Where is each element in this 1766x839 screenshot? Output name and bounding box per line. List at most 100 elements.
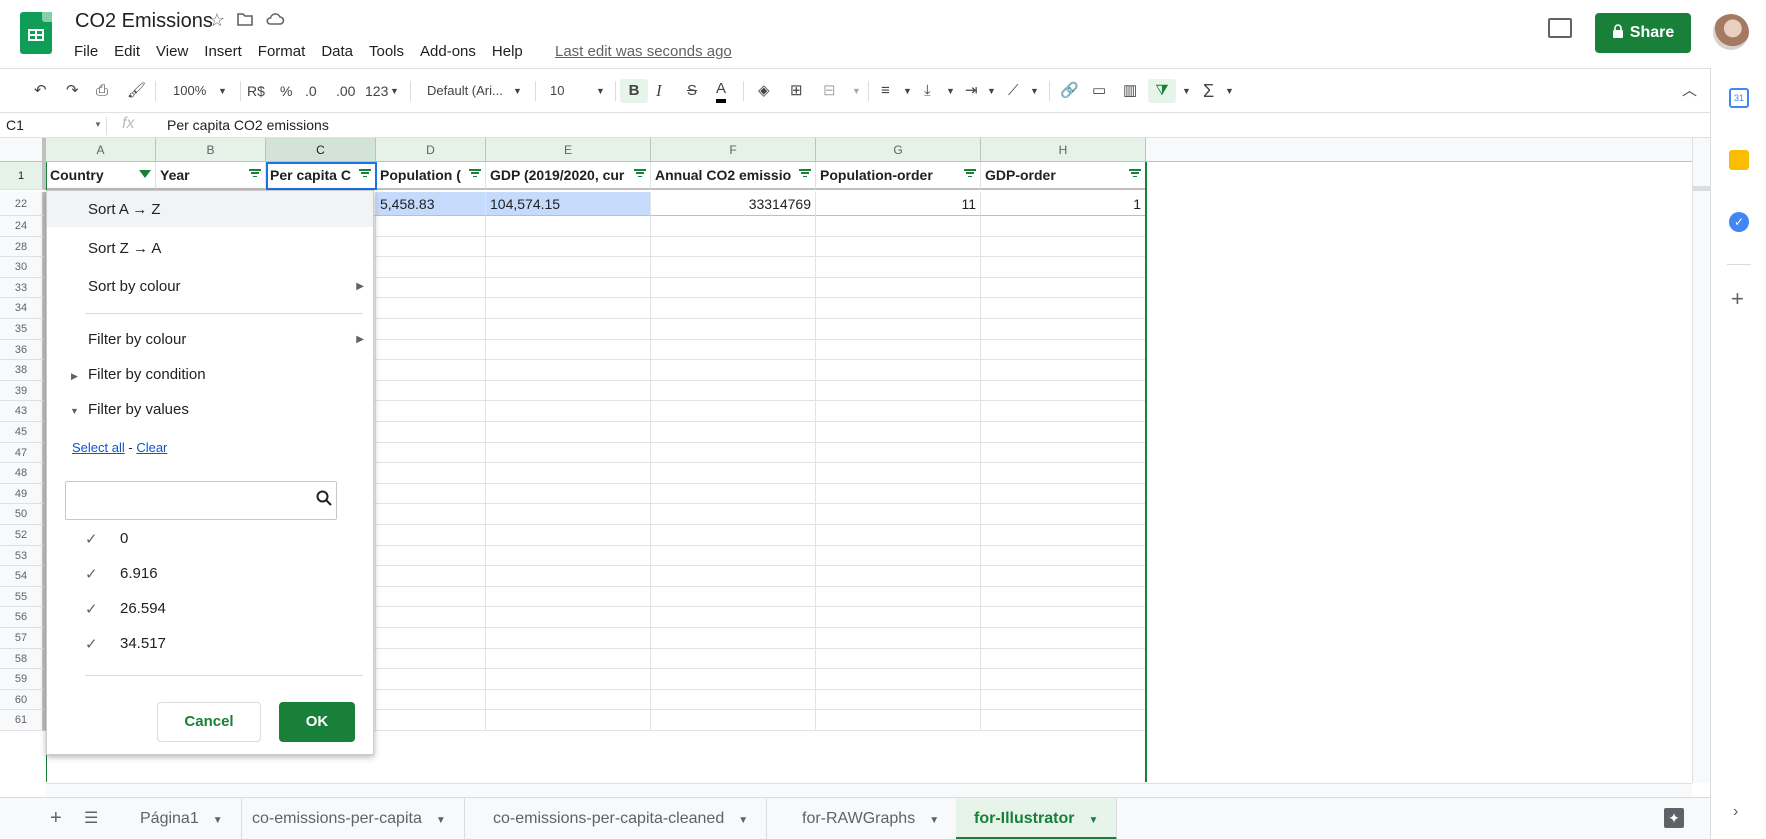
more-formats-button[interactable]: 123 [365,79,388,103]
table-cell[interactable] [816,319,981,340]
table-cell[interactable] [981,607,1146,628]
table-cell[interactable] [816,463,981,484]
sort-za-item[interactable]: Sort Z → A [88,240,161,257]
table-cell[interactable] [981,483,1146,505]
expand-arrow-icon[interactable]: ▶ [71,371,78,382]
table-cell[interactable] [486,298,651,319]
calendar-icon[interactable]: 31 [1729,88,1749,108]
value-option[interactable]: 6.916 [120,565,158,582]
menu-insert[interactable]: Insert [196,43,250,60]
last-edit-link[interactable]: Last edit was seconds ago [555,43,732,60]
table-cell[interactable] [816,380,981,402]
header-cell[interactable]: Annual CO2 emissio [651,162,816,190]
collapse-arrow-icon[interactable]: ▼ [70,406,79,416]
tasks-icon[interactable]: ✓ [1729,212,1749,232]
comment-history-icon[interactable] [1548,18,1572,38]
column-header-h[interactable]: H [981,138,1146,162]
tab-dropdown-icon[interactable]: ▼ [1088,815,1098,826]
row-header[interactable]: 60 [0,689,46,711]
table-cell[interactable] [816,566,981,587]
filter-dropdown-icon[interactable]: ▼ [1182,79,1191,103]
table-cell[interactable] [816,277,981,299]
v-align-dropdown-icon[interactable]: ▼ [946,79,955,103]
tab-dropdown-icon[interactable]: ▼ [213,815,223,826]
table-cell[interactable] [651,380,816,402]
text-color-button[interactable]: A [716,79,727,103]
table-cell[interactable] [651,607,816,628]
table-cell[interactable] [651,216,816,237]
row-header[interactable]: 22 [0,192,46,216]
more-formats-dropdown-icon[interactable]: ▼ [390,79,399,103]
sheets-logo-icon[interactable] [20,12,52,54]
row-header[interactable]: 1 [0,162,46,190]
zoom-select[interactable]: 100% [173,79,206,103]
table-cell[interactable] [486,607,651,628]
sheet-tab-active[interactable]: for-Illustrator ▼ [956,798,1118,839]
value-option[interactable]: 0 [120,530,128,547]
sheet-tab[interactable]: co-emissions-per-capita-cleaned ▼ [475,798,768,839]
row-header[interactable]: 39 [0,380,46,402]
table-cell[interactable] [651,401,816,422]
decrease-decimal-button[interactable]: .0 [305,79,317,103]
table-cell[interactable] [981,380,1146,402]
table-cell[interactable] [376,422,486,443]
bold-button[interactable]: B [620,79,648,103]
rotation-dropdown-icon[interactable]: ▼ [1030,79,1039,103]
table-cell[interactable] [816,298,981,319]
table-cell[interactable] [816,669,981,690]
sheet-tab[interactable]: for-RAWGraphs ▼ [784,798,959,839]
value-option[interactable]: 34.517 [120,635,166,652]
functions-dropdown-icon[interactable]: ▼ [1225,79,1234,103]
table-cell[interactable] [376,525,486,546]
menu-file[interactable]: File [74,43,106,60]
italic-button[interactable]: I [656,79,662,103]
cloud-status-icon[interactable] [264,10,286,32]
table-cell[interactable] [486,689,651,711]
row-header[interactable]: 28 [0,236,46,258]
table-cell[interactable]: 11 [816,192,981,216]
table-cell[interactable]: 1 [981,192,1146,216]
menu-edit[interactable]: Edit [106,43,148,60]
table-cell[interactable] [651,710,816,731]
menu-data[interactable]: Data [313,43,361,60]
filter-icon[interactable] [1129,169,1141,179]
row-header[interactable]: 24 [0,216,46,237]
table-cell[interactable] [816,710,981,731]
sheet-tab[interactable]: co-emissions-per-capita ▼ [234,798,465,839]
table-cell[interactable] [981,648,1146,670]
print-icon[interactable]: ⎙ [96,79,108,103]
values-search-input[interactable] [65,481,337,520]
table-cell[interactable] [486,628,651,649]
table-cell[interactable] [651,339,816,361]
table-cell[interactable] [376,669,486,690]
insert-comment-icon[interactable]: ▭ [1092,79,1106,103]
table-cell[interactable] [981,545,1146,567]
font-dropdown-icon[interactable]: ▼ [513,79,522,103]
table-cell[interactable] [816,545,981,567]
menu-view[interactable]: View [148,43,196,60]
header-cell[interactable]: Year [156,162,266,190]
merge-cells-icon[interactable]: ⊟ [823,79,836,103]
select-all-corner[interactable] [0,138,46,162]
horizontal-align-icon[interactable]: ≡ [881,79,890,103]
wrap-dropdown-icon[interactable]: ▼ [987,79,996,103]
keep-icon[interactable] [1729,150,1749,170]
horizontal-scrollbar[interactable] [46,783,1692,797]
table-cell[interactable] [816,236,981,258]
value-option[interactable]: 26.594 [120,600,166,617]
table-cell[interactable] [376,319,486,340]
paint-format-icon[interactable]: 🖌 [127,79,146,103]
font-size-select[interactable]: 10 [550,79,564,103]
table-cell[interactable] [651,298,816,319]
table-cell[interactable] [981,669,1146,690]
table-cell[interactable] [816,401,981,422]
table-cell[interactable] [376,360,486,381]
tab-dropdown-icon[interactable]: ▼ [929,815,939,826]
table-cell[interactable] [816,442,981,464]
table-cell[interactable] [486,545,651,567]
table-cell[interactable] [376,689,486,711]
table-cell[interactable] [376,545,486,567]
table-cell[interactable] [376,710,486,731]
table-cell[interactable] [486,339,651,361]
table-cell[interactable] [376,277,486,299]
